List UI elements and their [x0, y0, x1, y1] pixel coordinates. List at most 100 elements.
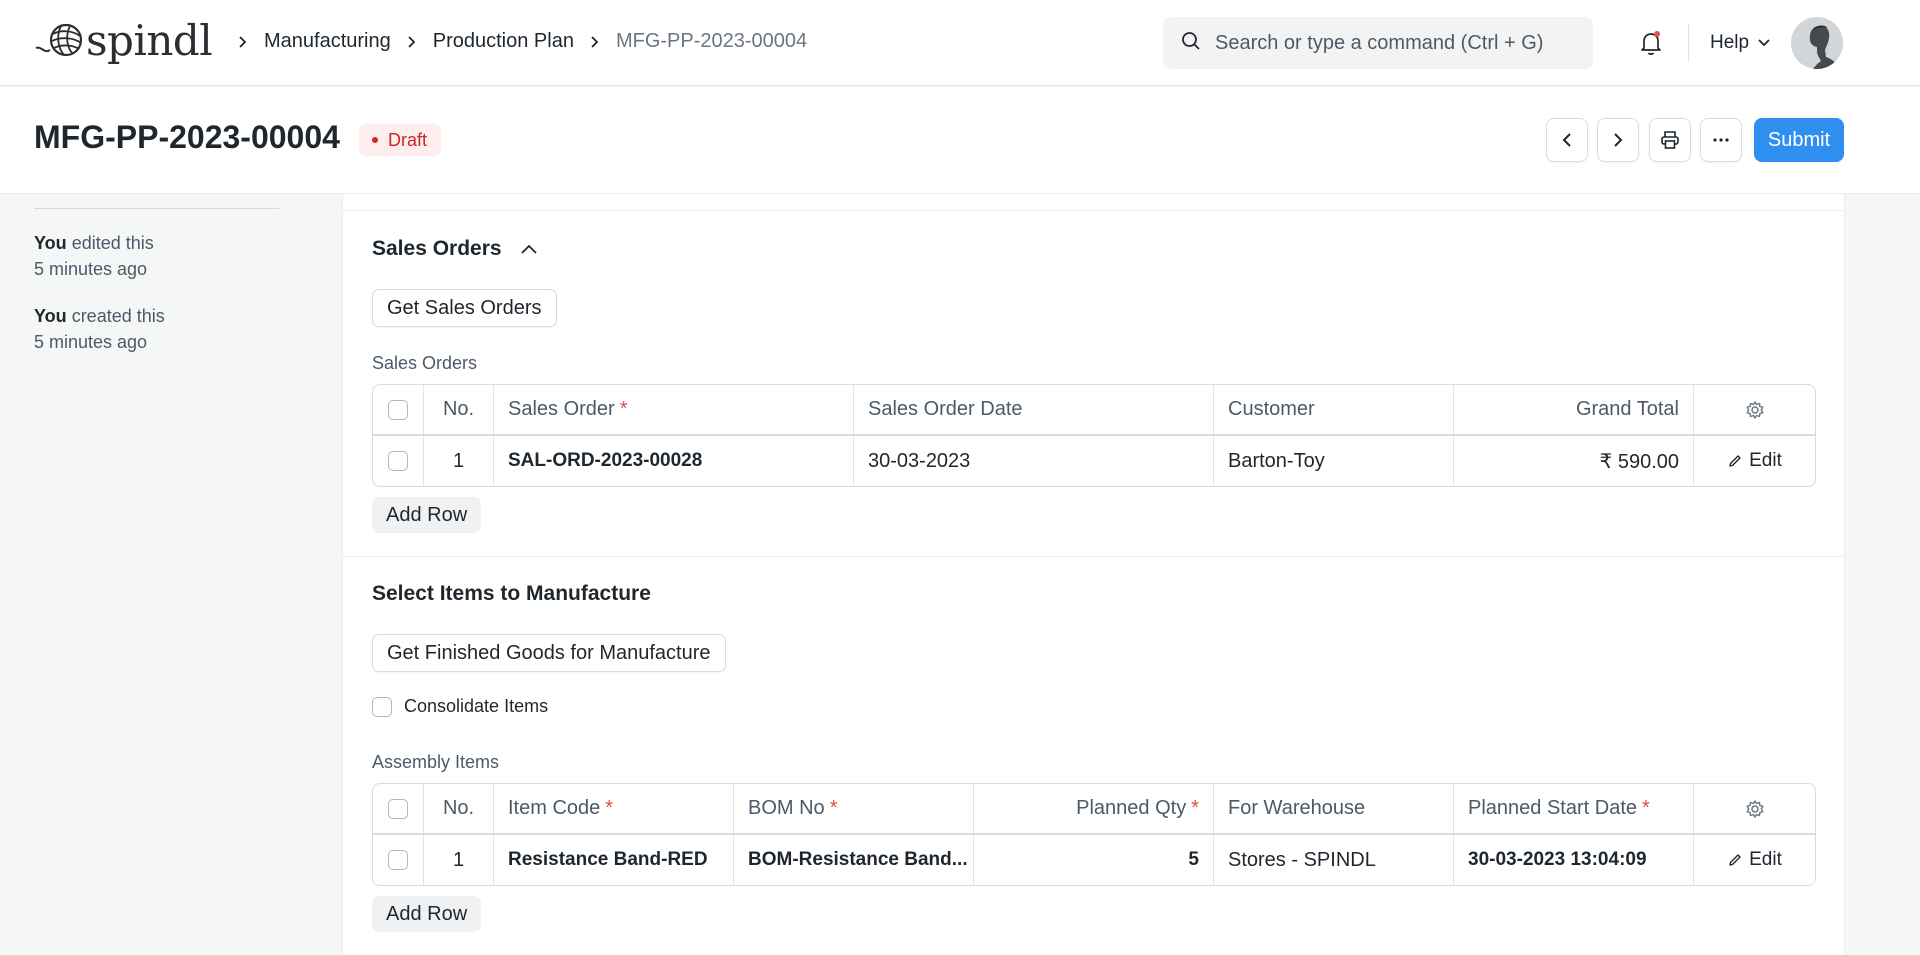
- row-checkbox[interactable]: [388, 451, 408, 471]
- select-all-checkbox[interactable]: [388, 399, 408, 420]
- col-label: Planned Start Date: [1468, 797, 1637, 819]
- pencil-icon: [1727, 453, 1743, 469]
- row-select-cell: [373, 436, 424, 486]
- item-code-cell[interactable]: Resistance Band-RED: [494, 835, 734, 885]
- printer-icon: [1660, 130, 1680, 150]
- get-sales-orders-button[interactable]: Get Sales Orders: [372, 289, 557, 327]
- table-row[interactable]: 1 Resistance Band-RED BOM-Resistance Ban…: [373, 835, 1815, 885]
- required-mark: *: [1642, 797, 1650, 819]
- next-doc-button[interactable]: [1597, 118, 1639, 162]
- edit-row-button[interactable]: Edit: [1694, 436, 1815, 486]
- bell-icon[interactable]: [1637, 29, 1665, 57]
- select-all-cell: [373, 385, 424, 434]
- logo-text: spindl: [86, 15, 213, 65]
- search-icon: [1181, 31, 1201, 56]
- search-input[interactable]: [1215, 31, 1575, 55]
- page-head: MFG-PP-2023-00004 Draft Submit: [0, 87, 1920, 194]
- column-settings-button[interactable]: [1694, 385, 1815, 434]
- required-mark: *: [605, 797, 614, 819]
- help-label: Help: [1710, 32, 1750, 53]
- previous-doc-button[interactable]: [1546, 118, 1588, 162]
- for-warehouse-cell[interactable]: Stores - SPINDL: [1214, 835, 1454, 885]
- row-select-cell: [373, 835, 424, 885]
- required-mark: *: [829, 797, 838, 819]
- sales-order-cell[interactable]: SAL-ORD-2023-00028: [494, 436, 854, 486]
- sales-orders-section-header[interactable]: Sales Orders: [372, 237, 538, 261]
- col-no: No.: [424, 385, 494, 434]
- col-no: No.: [424, 784, 494, 833]
- breadcrumb-manufacturing[interactable]: Manufacturing: [264, 30, 391, 53]
- gear-icon: [1745, 799, 1765, 819]
- card-divider: [343, 210, 1844, 211]
- add-row-button[interactable]: Add Row: [372, 497, 482, 533]
- activity-action: created this: [71, 306, 165, 326]
- consolidate-items-field[interactable]: Consolidate Items: [372, 696, 548, 717]
- planned-start-date-cell[interactable]: 30-03-2023 13:04:09: [1454, 835, 1694, 885]
- required-mark: *: [1191, 797, 1199, 819]
- bom-no-cell[interactable]: BOM-Resistance Band...: [734, 835, 974, 885]
- column-settings-button[interactable]: [1694, 784, 1815, 833]
- row-checkbox[interactable]: [388, 850, 408, 870]
- edit-link: Edit: [1727, 450, 1782, 472]
- customer-cell[interactable]: Barton-Toy: [1214, 436, 1454, 486]
- chevron-up-icon[interactable]: [520, 243, 538, 255]
- activity-action: edited this: [71, 233, 154, 253]
- sales-orders-table: No. Sales Order * Sales Order Date Custom…: [372, 384, 1816, 487]
- assembly-items-table: No. Item Code * BOM No * Planned Qty * For …: [372, 783, 1816, 886]
- col-label: Sales Order: [508, 398, 615, 420]
- sales-order-date-cell[interactable]: 30-03-2023: [854, 436, 1214, 486]
- col-planned-qty: Planned Qty *: [974, 784, 1214, 833]
- print-button[interactable]: [1649, 118, 1691, 162]
- select-all-checkbox[interactable]: [388, 798, 408, 819]
- chevron-right-icon: [1612, 132, 1624, 148]
- form-card: Sales Orders Get Sales Orders Sales Orde…: [342, 194, 1845, 955]
- avatar[interactable]: [1791, 17, 1843, 69]
- items-section-header: Select Items to Manufacture: [372, 582, 651, 606]
- gear-icon: [1745, 400, 1765, 420]
- chevron-right-icon: [230, 31, 256, 53]
- activity-user: You: [34, 306, 67, 326]
- more-icon: [1712, 137, 1730, 143]
- col-sales-order-date: Sales Order Date: [854, 385, 1214, 434]
- add-row-button[interactable]: Add Row: [372, 896, 482, 932]
- status-dot: [372, 137, 378, 143]
- navbar-divider: [1688, 24, 1689, 62]
- more-actions-button[interactable]: [1700, 118, 1742, 162]
- breadcrumb: Manufacturing Production Plan MFG-PP-202…: [222, 30, 807, 53]
- submit-button[interactable]: Submit: [1754, 118, 1844, 162]
- chevron-down-icon: [1757, 38, 1771, 48]
- pencil-icon: [1727, 852, 1743, 868]
- planned-qty-cell[interactable]: 5: [974, 835, 1214, 885]
- table-row[interactable]: 1 SAL-ORD-2023-00028 30-03-2023 Barton-T…: [373, 436, 1815, 486]
- status-label: Draft: [388, 129, 428, 150]
- col-bom-no: BOM No *: [734, 784, 974, 833]
- consolidate-items-checkbox[interactable]: [372, 696, 392, 717]
- activity-item: You edited this 5 minutes ago: [34, 230, 154, 282]
- col-label: BOM No: [748, 797, 825, 819]
- edit-row-button[interactable]: Edit: [1694, 835, 1815, 885]
- app-logo[interactable]: spindl: [34, 15, 213, 65]
- activity-user: You: [34, 233, 67, 253]
- row-no: 1: [424, 436, 494, 486]
- chevron-right-icon: [399, 31, 425, 53]
- status-badge: Draft: [359, 124, 442, 156]
- help-menu[interactable]: Help: [1710, 32, 1771, 54]
- grand-total-cell[interactable]: ₹ 590.00: [1454, 436, 1694, 486]
- col-planned-start-date: Planned Start Date *: [1454, 784, 1694, 833]
- col-item-code: Item Code *: [494, 784, 734, 833]
- col-sales-order: Sales Order *: [494, 385, 854, 434]
- section-title: Sales Orders: [372, 237, 502, 260]
- edit-label: Edit: [1749, 849, 1782, 870]
- activity-time: 5 minutes ago: [34, 332, 148, 352]
- sales-orders-table-label: Sales Orders: [372, 353, 478, 373]
- page-title: MFG-PP-2023-00004: [34, 119, 340, 155]
- required-mark: *: [619, 398, 628, 420]
- yarn-logo-icon: [34, 18, 84, 63]
- activity-item: You created this 5 minutes ago: [34, 303, 165, 355]
- edit-label: Edit: [1749, 450, 1782, 471]
- col-grand-total: Grand Total: [1454, 385, 1694, 434]
- get-finished-goods-button[interactable]: Get Finished Goods for Manufacture: [372, 634, 726, 672]
- breadcrumb-current[interactable]: MFG-PP-2023-00004: [616, 30, 807, 53]
- search-bar[interactable]: [1163, 17, 1593, 69]
- breadcrumb-production-plan[interactable]: Production Plan: [433, 30, 574, 53]
